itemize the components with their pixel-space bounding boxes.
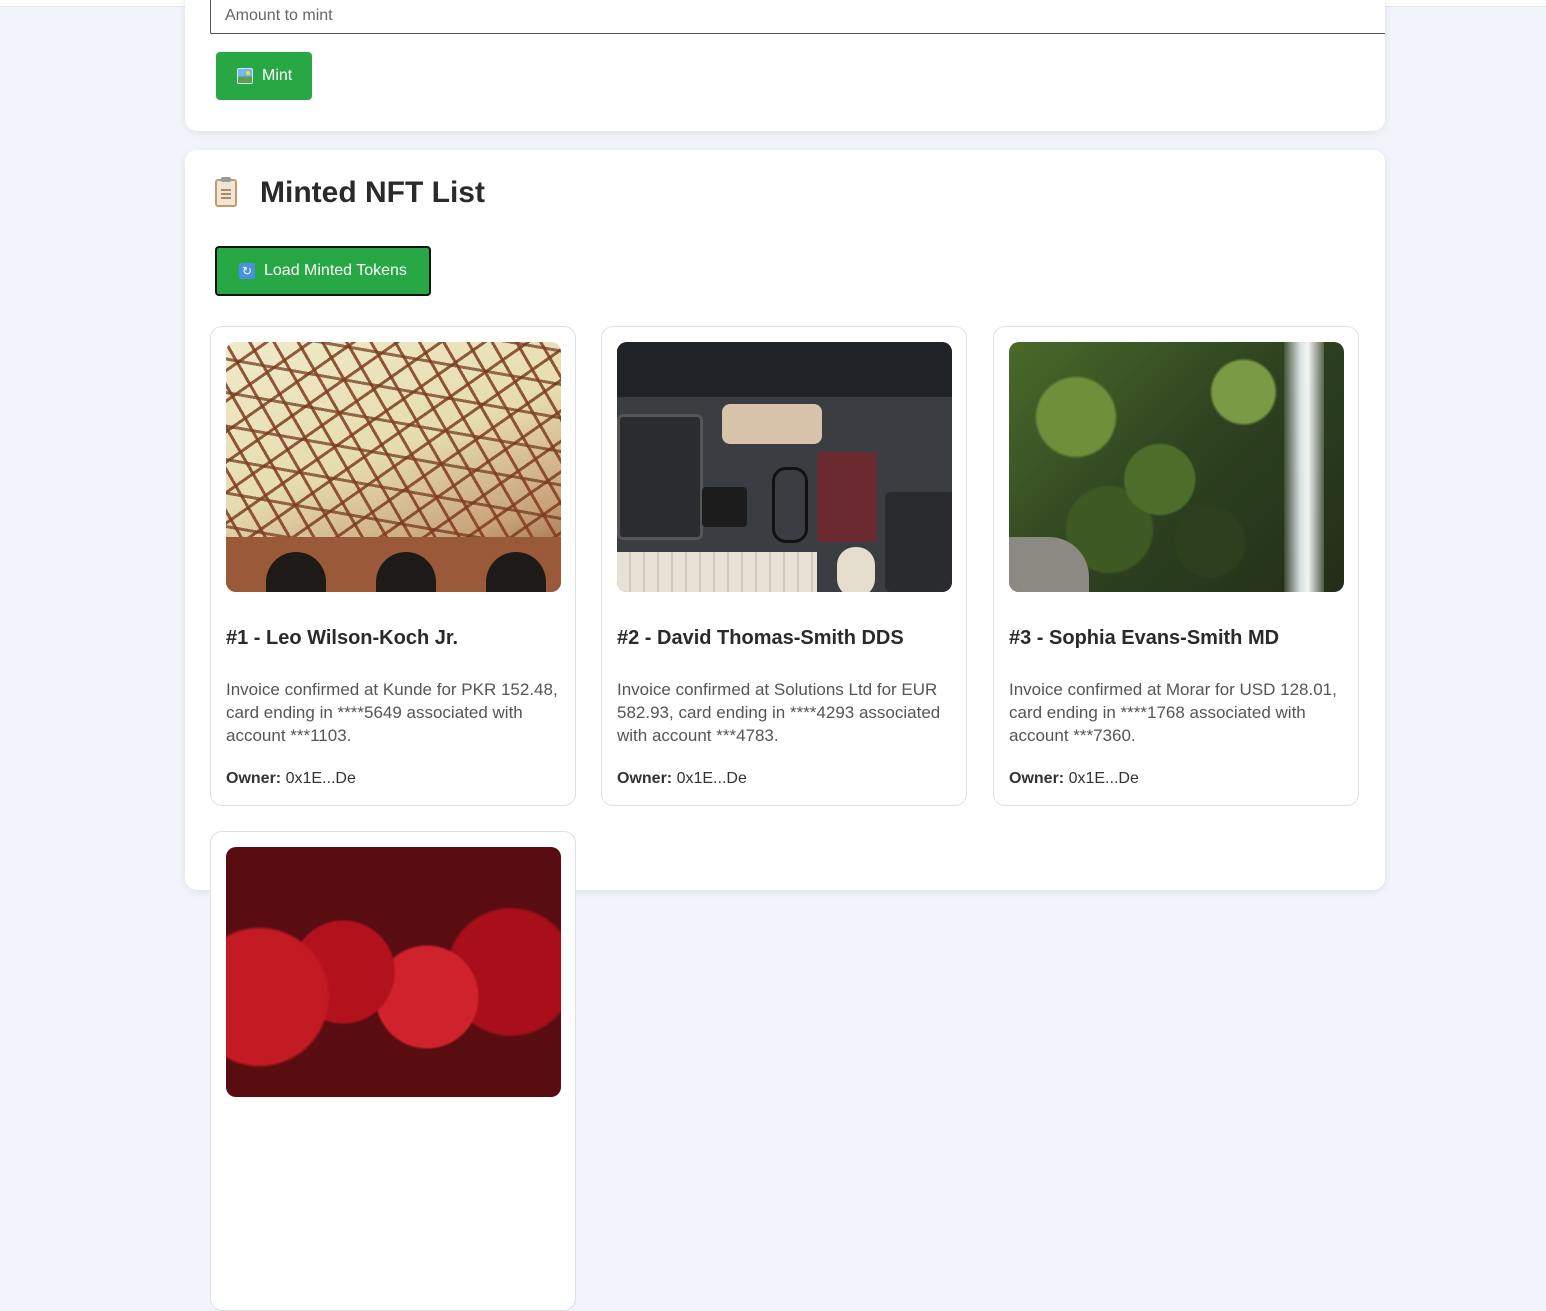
nft-owner: Owner: 0x1E...De (1009, 770, 1139, 788)
refresh-icon: ↻ (239, 263, 255, 279)
owner-label: Owner: (226, 770, 282, 787)
nft-owner: Owner: 0x1E...De (617, 770, 747, 788)
nft-title: #1 - Leo Wilson-Koch Jr. (226, 627, 459, 649)
mint-form-card: Mint (185, 0, 1385, 131)
mint-button-label: Mint (262, 67, 293, 84)
nft-description: Invoice confirmed at Kunde for PKR 152.4… (226, 680, 558, 745)
minted-nft-list-card: Minted NFT List ↻ Load Minted Tokens #1 … (185, 150, 1385, 1311)
amount-to-mint-input[interactable] (210, 0, 1385, 34)
owner-address: 0x1E...De (676, 770, 747, 787)
nft-image-waterfall (1009, 342, 1344, 592)
load-minted-tokens-button[interactable]: ↻ Load Minted Tokens (215, 246, 431, 296)
nft-card: #2 - David Thomas-Smith DDS Invoice conf… (601, 326, 967, 806)
nft-description: Invoice confirmed at Solutions Ltd for E… (617, 680, 941, 745)
amount-input-wrapper (185, 0, 1385, 34)
mint-button[interactable]: Mint (216, 52, 312, 100)
owner-label: Owner: (1009, 770, 1065, 787)
nft-card: #3 - Sophia Evans-Smith MD Invoice confi… (993, 326, 1359, 806)
nft-image-strawberries (226, 847, 561, 1097)
nft-card: #1 - Leo Wilson-Koch Jr. Invoice confirm… (210, 326, 576, 806)
clipboard-icon (215, 177, 237, 207)
nft-image-desk (617, 342, 952, 592)
nft-image-bridge (226, 342, 561, 592)
owner-label: Owner: (617, 770, 673, 787)
nft-card (210, 831, 576, 1311)
nft-owner: Owner: 0x1E...De (226, 770, 356, 788)
section-title-text: Minted NFT List (260, 176, 485, 209)
nft-title: #2 - David Thomas-Smith DDS (617, 627, 904, 649)
owner-address: 0x1E...De (1068, 770, 1139, 787)
nft-description: Invoice confirmed at Morar for USD 128.0… (1009, 680, 1337, 745)
load-button-label: Load Minted Tokens (264, 262, 407, 279)
framed-picture-icon (237, 68, 253, 84)
nft-title: #3 - Sophia Evans-Smith MD (1009, 627, 1280, 649)
section-title: Minted NFT List (215, 176, 485, 210)
owner-address: 0x1E...De (285, 770, 356, 787)
